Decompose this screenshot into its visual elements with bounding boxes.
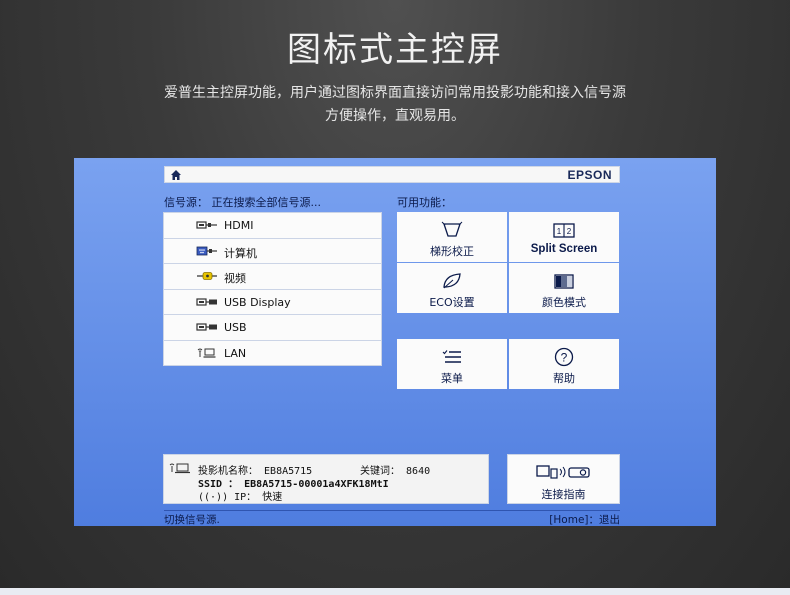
usb-display-icon <box>196 297 217 306</box>
guide-label: 连接指南 <box>541 488 586 501</box>
svg-text:2: 2 <box>567 227 572 236</box>
help-button[interactable]: ? 帮助 <box>509 339 619 389</box>
tile-label: 帮助 <box>553 372 575 385</box>
source-label: USB <box>224 321 247 334</box>
page-title: 图标式主控屏 <box>287 30 503 70</box>
keyword-value: 8640 <box>406 466 431 477</box>
home-top-bar: EPSON <box>164 166 620 183</box>
status-hint: 切换信号源. <box>164 514 220 526</box>
source-item-usb-display[interactable]: USB Display <box>164 289 381 314</box>
network-info-panel: 投影机名称： EB8A5715 关键词： 8640 SSID ： EB8A571… <box>163 454 489 504</box>
usb-connector-icon <box>196 323 217 331</box>
description-line-1: 爱普生主控屏功能，用户通过图标界面直接访问常用投影功能和接入信号源 <box>164 85 626 101</box>
color-mode-button[interactable]: 颜色模式 <box>509 263 619 313</box>
tile-label: Split Screen <box>530 243 598 255</box>
svg-text:?: ? <box>561 351 568 365</box>
connection-guide-button[interactable]: 连接指南 <box>507 454 620 504</box>
source-item-computer[interactable]: 计算机 <box>164 238 381 263</box>
tile-label: ECO设置 <box>429 296 475 309</box>
source-item-usb[interactable]: USB <box>164 315 381 340</box>
source-item-hdmi[interactable]: HDMI <box>164 213 381 238</box>
split-screen-icon: 1 2 <box>553 223 575 238</box>
description-line-2: 方便操作，直观易用。 <box>325 108 465 124</box>
tile-label: 梯形校正 <box>430 245 474 258</box>
hdmi-connector-icon <box>196 221 217 229</box>
function-section-label: 可用功能： <box>397 196 452 209</box>
ip-value: 快速 <box>262 492 283 503</box>
source-label: 计算机 <box>224 246 257 260</box>
svg-text:1: 1 <box>557 227 562 236</box>
home-exit-hint: [Home]：退出 <box>549 514 620 526</box>
bottom-divider <box>0 588 790 595</box>
source-label: HDMI <box>224 219 254 232</box>
projector-home-screen: EPSON 信号源： 正在搜索全部信号源... 可用功能： HDMI 计算机 视… <box>74 158 716 526</box>
composite-video-icon <box>197 272 217 280</box>
menu-button[interactable]: 菜单 <box>397 339 507 389</box>
help-icon: ? <box>554 347 574 367</box>
source-item-video[interactable]: 视频 <box>164 264 381 289</box>
tile-label: 颜色模式 <box>542 296 586 309</box>
source-section-label: 信号源： 正在搜索全部信号源... <box>164 196 321 209</box>
eco-leaf-icon <box>443 273 461 289</box>
keystone-button[interactable]: 梯形校正 <box>397 212 507 262</box>
ip-label: IP： <box>234 492 257 503</box>
source-label: USB Display <box>224 295 291 309</box>
epson-logo: EPSON <box>567 168 612 182</box>
connection-guide-icon <box>536 465 590 479</box>
menu-list-icon <box>442 350 461 363</box>
source-label: LAN <box>224 346 247 360</box>
vga-connector-icon <box>196 246 217 255</box>
tile-label: 菜单 <box>441 372 463 385</box>
color-mode-icon <box>554 274 574 289</box>
eco-settings-button[interactable]: ECO设置 <box>397 263 507 313</box>
status-bar: 切换信号源. [Home]：退出 <box>164 510 620 526</box>
wifi-small-icon: ((·)) <box>198 492 229 503</box>
keystone-icon <box>441 221 463 237</box>
home-icon[interactable] <box>170 169 182 181</box>
page-description: 爱普生主控屏功能，用户通过图标界面直接访问常用投影功能和接入信号源 方便操作，直… <box>140 82 650 128</box>
network-icon <box>169 463 190 474</box>
split-screen-button[interactable]: 1 2 Split Screen <box>509 212 619 262</box>
lan-wireless-icon <box>197 348 216 358</box>
source-list: HDMI 计算机 视频 USB Display USB LAN <box>163 212 382 366</box>
source-label: 视频 <box>224 272 246 285</box>
source-item-lan[interactable]: LAN <box>164 340 381 365</box>
